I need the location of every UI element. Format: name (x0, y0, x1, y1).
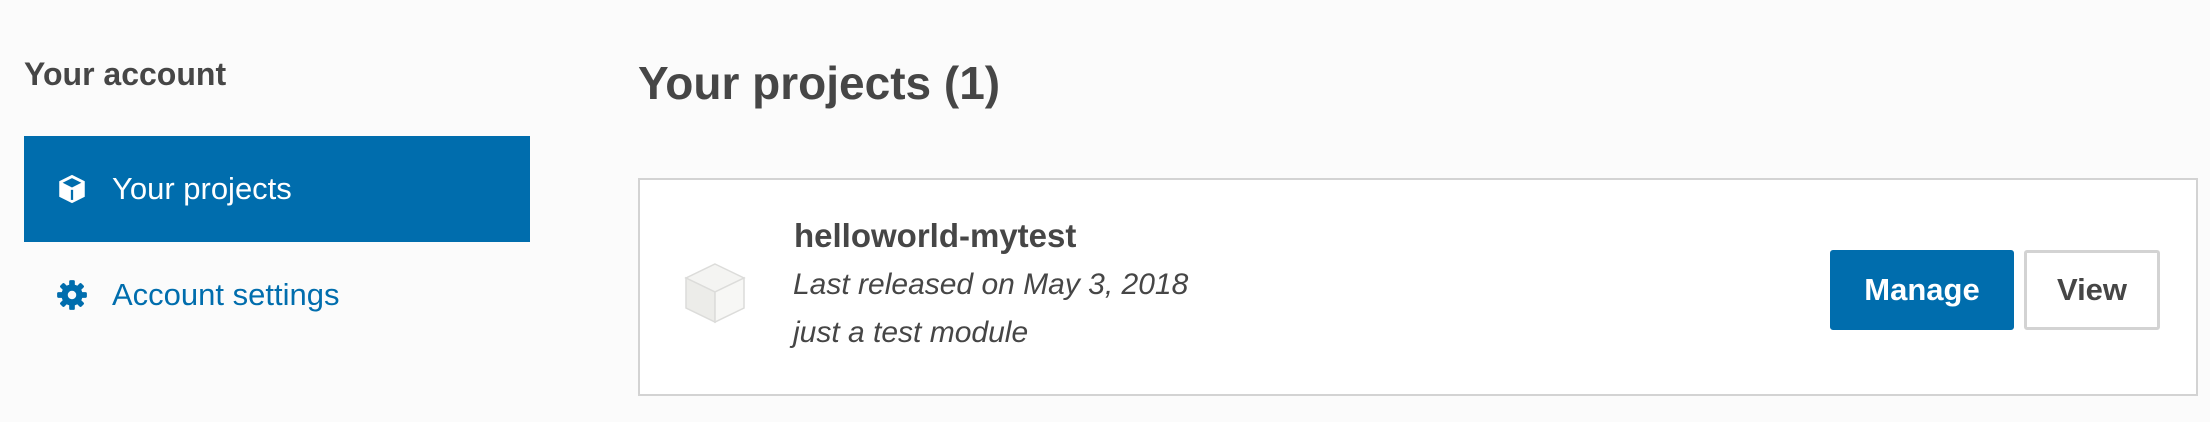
sidebar-item-label: Your projects (112, 171, 292, 206)
view-button[interactable]: View (2024, 250, 2160, 330)
sidebar-item-label: Account settings (112, 277, 340, 312)
project-name[interactable]: helloworld-mytest (794, 216, 1076, 256)
project-description: just a test module (793, 316, 1029, 349)
page-title: Your projects (1) (638, 57, 1001, 109)
project-release-date: Last released on May 3, 2018 (793, 268, 1189, 301)
box-icon (54, 171, 90, 207)
project-card: helloworld-mytest Last released on May 3… (638, 178, 2198, 396)
sidebar-item-account-settings[interactable]: Account settings (24, 242, 530, 348)
manage-button[interactable]: Manage (1830, 250, 2014, 330)
sidebar-item-your-projects[interactable]: Your projects (24, 136, 530, 242)
sidebar-heading: Your account (24, 56, 227, 92)
package-icon (678, 254, 752, 328)
gear-icon (54, 277, 90, 313)
